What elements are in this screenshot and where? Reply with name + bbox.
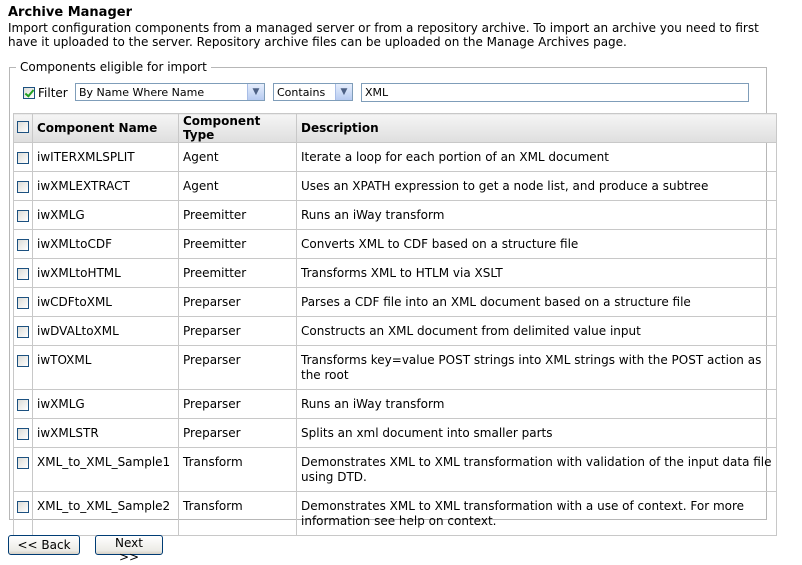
row-checkbox[interactable] bbox=[17, 428, 29, 440]
description-cell: Uses an XPATH expression to get a node l… bbox=[296, 171, 777, 201]
page-title: Archive Manager bbox=[8, 5, 132, 20]
component-type-cell: Preparser bbox=[178, 345, 297, 390]
row-select-cell bbox=[13, 389, 33, 419]
filter-row: Filter By Name Where Name ▼ Contains ▼ bbox=[13, 82, 753, 104]
row-select-cell bbox=[13, 142, 33, 172]
row-checkbox[interactable] bbox=[17, 239, 29, 251]
description-cell: Transforms XML to HTLM via XSLT bbox=[296, 258, 777, 288]
component-type-cell: Preparser bbox=[178, 389, 297, 419]
table-row[interactable]: XML_to_XML_Sample1 Transform Demonstrates … bbox=[13, 447, 777, 492]
table-row[interactable]: iwITERXMLSPLIT Agent Iterate a loop for ea… bbox=[13, 142, 777, 172]
description-cell: Transforms key=value POST strings into X… bbox=[296, 345, 777, 390]
table-header-row: Component Name Component Type Descriptio… bbox=[13, 113, 777, 143]
row-select-cell bbox=[13, 316, 33, 346]
component-name-cell: iwDVALtoXML bbox=[32, 316, 179, 346]
table-row[interactable]: iwXMLSTR Preparser Splits an xml document … bbox=[13, 418, 777, 448]
row-checkbox[interactable] bbox=[17, 501, 29, 513]
component-name-cell: iwITERXMLSPLIT bbox=[32, 142, 179, 172]
filter-checkbox[interactable] bbox=[23, 87, 35, 99]
select-all-cell bbox=[13, 113, 33, 143]
table-row[interactable]: iwXMLG Preemitter Runs an iWay transform bbox=[13, 200, 777, 230]
description-cell: Constructs an XML document from delimite… bbox=[296, 316, 777, 346]
component-type-cell: Preparser bbox=[178, 287, 297, 317]
component-name-cell: iwCDFtoXML bbox=[32, 287, 179, 317]
filter-operator-value: Contains bbox=[277, 86, 326, 99]
row-select-cell bbox=[13, 200, 33, 230]
table-row[interactable]: iwXMLtoHTML Preemitter Transforms XML to H… bbox=[13, 258, 777, 288]
table-row[interactable]: iwCDFtoXML Preparser Parses a CDF file int… bbox=[13, 287, 777, 317]
header-description[interactable]: Description bbox=[296, 113, 777, 143]
row-checkbox[interactable] bbox=[17, 268, 29, 280]
table-row[interactable]: iwXMLG Preparser Runs an iWay transform bbox=[13, 389, 777, 419]
description-cell: Demonstrates XML to XML transformation w… bbox=[296, 447, 777, 492]
select-all-checkbox[interactable] bbox=[17, 120, 29, 133]
row-select-cell bbox=[13, 287, 33, 317]
row-checkbox[interactable] bbox=[17, 326, 29, 338]
table-row[interactable]: XML_to_XML_Sample2 Transform Demonstrates … bbox=[13, 491, 777, 536]
component-name-cell: XML_to_XML_Sample2 bbox=[32, 491, 179, 536]
component-type-cell: Transform bbox=[178, 491, 297, 536]
chevron-down-icon[interactable]: ▼ bbox=[335, 84, 352, 100]
component-name-cell: iwTOXML bbox=[32, 345, 179, 390]
filter-field-value: By Name Where Name bbox=[79, 86, 205, 99]
row-checkbox[interactable] bbox=[17, 181, 29, 193]
table-row[interactable]: iwXMLtoCDF Preemitter Converts XML to CDF … bbox=[13, 229, 777, 259]
row-select-cell bbox=[13, 491, 33, 536]
component-type-cell: Transform bbox=[178, 447, 297, 492]
row-checkbox[interactable] bbox=[17, 355, 29, 367]
component-type-cell: Agent bbox=[178, 171, 297, 201]
chevron-down-icon[interactable]: ▼ bbox=[247, 84, 264, 100]
component-type-cell: Preemitter bbox=[178, 200, 297, 230]
description-cell: Converts XML to CDF based on a structure… bbox=[296, 229, 777, 259]
header-component-type[interactable]: Component Type bbox=[178, 113, 297, 143]
component-name-cell: iwXMLEXTRACT bbox=[32, 171, 179, 201]
component-name-cell: iwXMLSTR bbox=[32, 418, 179, 448]
description-cell: Splits an xml document into smaller part… bbox=[296, 418, 777, 448]
description-cell: Runs an iWay transform bbox=[296, 200, 777, 230]
back-button[interactable]: << Back bbox=[8, 535, 80, 555]
component-type-cell: Preemitter bbox=[178, 229, 297, 259]
component-type-cell: Preemitter bbox=[178, 258, 297, 288]
components-legend: Components eligible for import bbox=[20, 60, 207, 74]
component-name-cell: iwXMLtoCDF bbox=[32, 229, 179, 259]
filter-field-select[interactable]: By Name Where Name ▼ bbox=[75, 83, 265, 101]
row-select-cell bbox=[13, 229, 33, 259]
header-component-name[interactable]: Component Name bbox=[32, 113, 179, 143]
filter-label: Filter bbox=[38, 86, 68, 100]
table-row[interactable]: iwDVALtoXML Preparser Constructs an XML do… bbox=[13, 316, 777, 346]
row-select-cell bbox=[13, 258, 33, 288]
filter-operator-select[interactable]: Contains ▼ bbox=[273, 83, 353, 101]
description-cell: Runs an iWay transform bbox=[296, 389, 777, 419]
row-select-cell bbox=[13, 345, 33, 390]
components-table: Component Name Component Type Descriptio… bbox=[13, 113, 777, 536]
row-checkbox[interactable] bbox=[17, 210, 29, 222]
component-name-cell: iwXMLtoHTML bbox=[32, 258, 179, 288]
description-cell: Demonstrates XML to XML transformation w… bbox=[296, 491, 777, 536]
component-name-cell: XML_to_XML_Sample1 bbox=[32, 447, 179, 492]
component-type-cell: Agent bbox=[178, 142, 297, 172]
row-checkbox[interactable] bbox=[17, 457, 29, 469]
row-checkbox[interactable] bbox=[17, 297, 29, 309]
table-row[interactable]: iwTOXML Preparser Transforms key=value POS… bbox=[13, 345, 777, 390]
component-type-cell: Preparser bbox=[178, 418, 297, 448]
row-select-cell bbox=[13, 447, 33, 492]
next-button[interactable]: Next >> bbox=[95, 535, 163, 564]
row-select-cell bbox=[13, 171, 33, 201]
intro-text: Import configuration components from a m… bbox=[8, 21, 759, 49]
description-cell: Parses a CDF file into an XML document b… bbox=[296, 287, 777, 317]
row-checkbox[interactable] bbox=[17, 152, 29, 164]
filter-value-input[interactable] bbox=[361, 83, 749, 102]
row-select-cell bbox=[13, 418, 33, 448]
component-type-cell: Preparser bbox=[178, 316, 297, 346]
component-name-cell: iwXMLG bbox=[32, 389, 179, 419]
component-name-cell: iwXMLG bbox=[32, 200, 179, 230]
description-cell: Iterate a loop for each portion of an XM… bbox=[296, 142, 777, 172]
table-row[interactable]: iwXMLEXTRACT Agent Uses an XPATH expressio… bbox=[13, 171, 777, 201]
row-checkbox[interactable] bbox=[17, 399, 29, 411]
